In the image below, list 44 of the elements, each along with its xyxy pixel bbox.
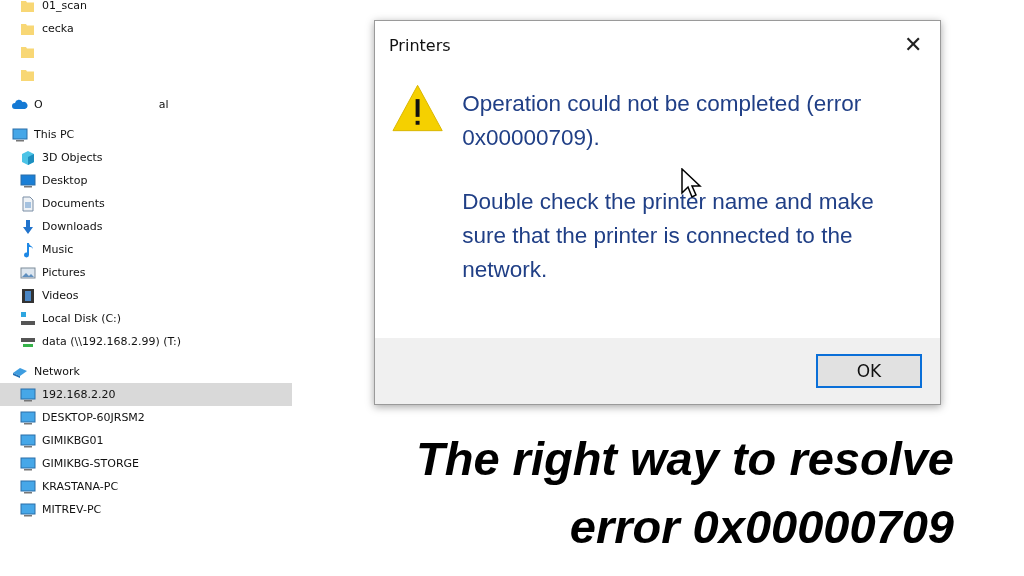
sidebar-item[interactable]: 01_scan: [0, 0, 292, 17]
error-message: Double check the printer name and make sure that the printer is connected to the network.: [462, 188, 875, 284]
sidebar-item[interactable]: Local Disk (C:): [0, 307, 292, 330]
sidebar-item[interactable]: GIMIKBG-STORGE: [0, 452, 292, 475]
warning-icon: [391, 83, 445, 133]
sidebar-item[interactable]: data (\\192.168.2.99) (T:): [0, 330, 292, 353]
desktop-icon: [20, 172, 36, 189]
sidebar-item[interactable]: Desktop: [0, 169, 292, 192]
sidebar-item[interactable]: GIMIKBG01: [0, 429, 292, 452]
document-icon: [20, 195, 36, 212]
ok-button[interactable]: OK: [816, 354, 922, 388]
sidebar-item[interactable]: Music: [0, 238, 292, 261]
disk-drive-icon: [20, 310, 36, 327]
folder-icon: [20, 0, 36, 14]
sidebar-item[interactable]: Pictures: [0, 261, 292, 284]
monitor-icon: [20, 455, 36, 472]
sidebar-item[interactable]: Videos: [0, 284, 292, 307]
film-icon: [20, 287, 36, 304]
sidebar-item[interactable]: Network: [0, 360, 292, 383]
monitor-icon: [20, 432, 36, 449]
pictures-icon: [20, 264, 36, 281]
headline: The right way to resolve error 0x00000709: [414, 431, 954, 555]
sidebar-item[interactable]: cecka: [0, 17, 292, 40]
item-label-fragment: al: [158, 98, 169, 111]
close-button[interactable]: ✕: [900, 32, 926, 58]
sidebar-item[interactable]: DESKTOP-60JRSM2: [0, 406, 292, 429]
monitor-icon: [12, 126, 28, 143]
monitor-icon: [20, 386, 36, 403]
sidebar-item[interactable]: O al: [0, 93, 292, 116]
item-label-fragment: O: [34, 98, 43, 111]
monitor-icon: [20, 409, 36, 426]
sidebar-item[interactable]: Documents: [0, 192, 292, 215]
sidebar-item[interactable]: Downloads: [0, 215, 292, 238]
dialog-title: Printers: [389, 35, 451, 55]
error-message: Operation could not be completed (error 0x00000709).: [462, 90, 863, 152]
sidebar-item[interactable]: This PC: [0, 123, 292, 146]
cube-icon: [20, 149, 36, 166]
download-icon: [20, 218, 36, 235]
sidebar-item[interactable]: KRASTANA-PC: [0, 475, 292, 498]
sidebar-item[interactable]: MITREV-PC: [0, 498, 292, 521]
sidebar-item[interactable]: 192.168.2.20: [0, 383, 292, 406]
monitor-icon: [20, 501, 36, 518]
sidebar-item[interactable]: 3D Objects: [0, 146, 292, 169]
monitor-icon: [20, 478, 36, 495]
